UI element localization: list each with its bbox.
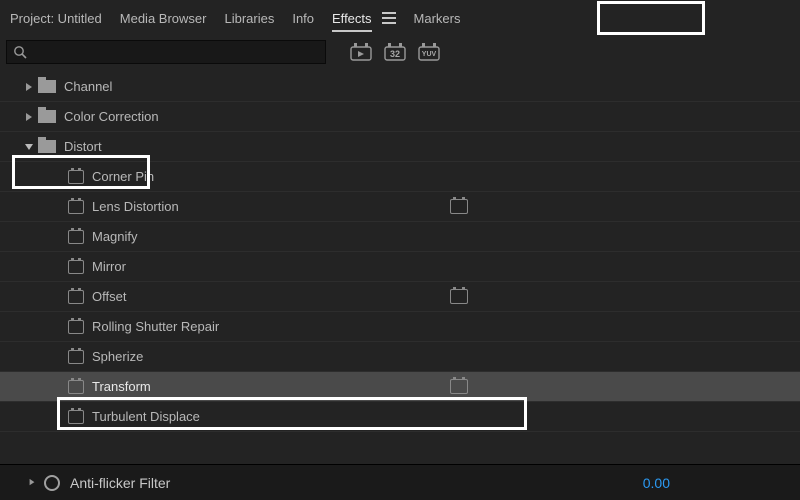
effect-label: Offset [92, 289, 126, 304]
accelerated-badge-icon [450, 199, 468, 214]
panel-menu-icon[interactable] [382, 12, 396, 24]
accelerated-badge-icon [450, 379, 468, 394]
preset-icon [68, 170, 84, 184]
property-label: Anti-flicker Filter [70, 475, 170, 491]
effect-offset[interactable]: Offset [0, 282, 800, 312]
preset-icon [68, 410, 84, 424]
folder-icon [38, 140, 56, 153]
effect-label: Lens Distortion [92, 199, 179, 214]
effect-label: Transform [92, 379, 151, 394]
filter-accelerated-icon[interactable] [350, 43, 372, 61]
effect-lens-distortion[interactable]: Lens Distortion [0, 192, 800, 222]
property-value[interactable]: 0.00 [643, 475, 670, 491]
folder-label: Color Correction [64, 109, 159, 124]
effect-mirror[interactable]: Mirror [0, 252, 800, 282]
effect-label: Corner Pin [92, 169, 154, 184]
tab-project[interactable]: Project: Untitled [6, 5, 102, 32]
tab-libraries[interactable]: Libraries [224, 5, 274, 32]
folder-channel[interactable]: Channel [0, 72, 800, 102]
effect-controls-partial: Anti-flicker Filter 0.00 [0, 464, 800, 500]
preset-icon [68, 230, 84, 244]
chevron-right-icon[interactable] [29, 477, 35, 489]
effect-magnify[interactable]: Magnify [0, 222, 800, 252]
filter-yuv-icon[interactable]: YUV [418, 43, 440, 61]
toggle-animation-icon[interactable] [44, 475, 60, 491]
preset-icon [68, 380, 84, 394]
folder-label: Channel [64, 79, 112, 94]
preset-icon [68, 320, 84, 334]
search-icon [13, 45, 27, 59]
effect-label: Magnify [92, 229, 138, 244]
tab-effects[interactable]: Effects [332, 5, 372, 32]
panel-tab-bar: Project: Untitled Media Browser Librarie… [0, 0, 800, 36]
tab-info[interactable]: Info [292, 5, 314, 32]
effect-transform[interactable]: Transform [0, 372, 800, 402]
effect-rolling-shutter-repair[interactable]: Rolling Shutter Repair [0, 312, 800, 342]
filter-32bit-icon[interactable]: 32 [384, 43, 406, 61]
effects-search-row: 32 YUV [0, 36, 800, 68]
folder-icon [38, 80, 56, 93]
effect-turbulent-displace[interactable]: Turbulent Displace [0, 402, 800, 432]
effect-corner-pin[interactable]: Corner Pin [0, 162, 800, 192]
tab-markers[interactable]: Markers [414, 5, 461, 32]
preset-icon [68, 290, 84, 304]
folder-label: Distort [64, 139, 102, 154]
effects-tree: Channel Color Correction Distort Corner … [0, 68, 800, 432]
accelerated-badge-icon [450, 289, 468, 304]
effects-search-box[interactable] [6, 40, 326, 64]
preset-icon [68, 350, 84, 364]
effect-spherize[interactable]: Spherize [0, 342, 800, 372]
chevron-right-icon [22, 82, 36, 92]
chevron-down-icon [22, 143, 36, 151]
effect-type-filters: 32 YUV [350, 43, 440, 61]
tab-media-browser[interactable]: Media Browser [120, 5, 207, 32]
effects-search-input[interactable] [31, 45, 319, 60]
effect-label: Turbulent Displace [92, 409, 200, 424]
folder-color-correction[interactable]: Color Correction [0, 102, 800, 132]
effect-label: Spherize [92, 349, 143, 364]
preset-icon [68, 200, 84, 214]
folder-distort[interactable]: Distort [0, 132, 800, 162]
effect-label: Rolling Shutter Repair [92, 319, 219, 334]
effect-label: Mirror [92, 259, 126, 274]
folder-icon [38, 110, 56, 123]
preset-icon [68, 260, 84, 274]
chevron-right-icon [22, 112, 36, 122]
